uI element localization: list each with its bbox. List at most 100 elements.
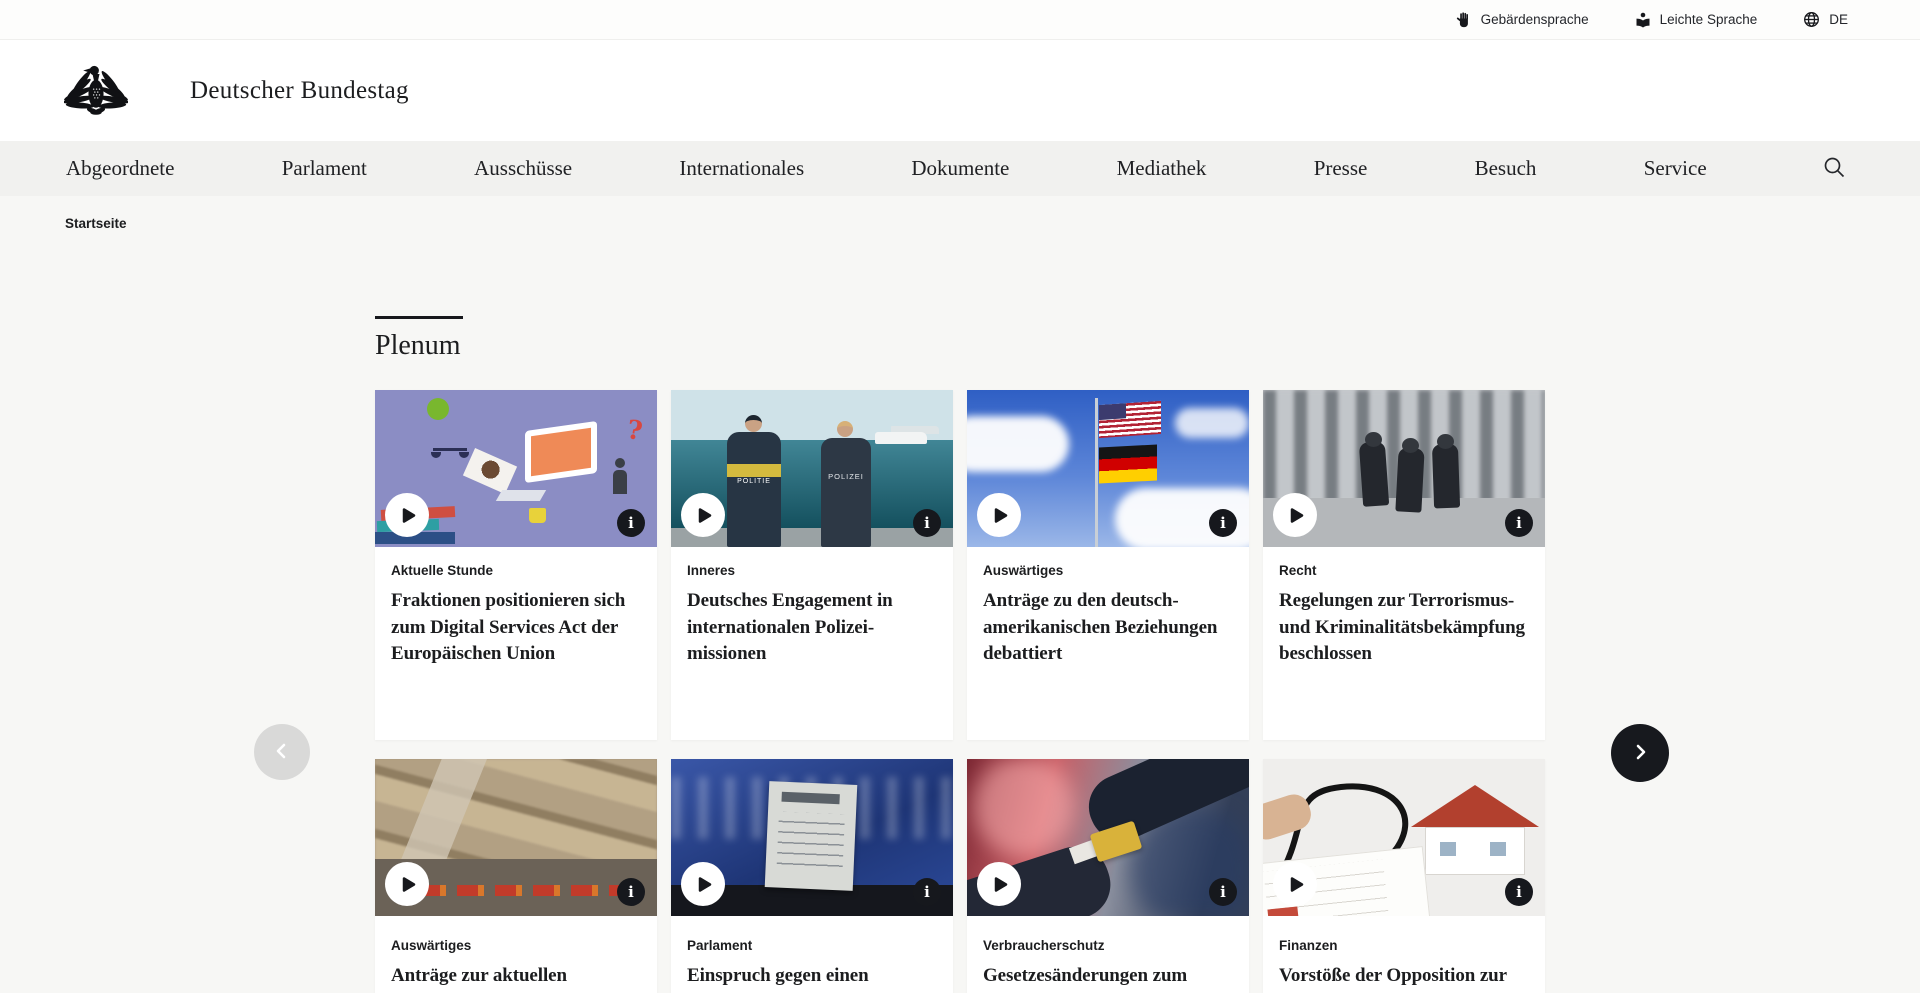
art — [1365, 432, 1382, 447]
nav-item-parlament[interactable]: Parlament — [282, 156, 367, 181]
art — [875, 432, 927, 444]
nav-item-ausschuesse[interactable]: Ausschüsse — [474, 156, 572, 181]
play-button[interactable] — [977, 862, 1021, 906]
sign-language-hand-icon — [1456, 12, 1472, 28]
art — [1175, 408, 1249, 438]
topbar-label: DE — [1829, 12, 1848, 27]
bundestag-eagle-logo-icon — [64, 60, 128, 121]
art — [463, 448, 517, 494]
art — [1099, 444, 1157, 483]
video-card[interactable]: i Finanzen Vorstöße der Opposition zur h… — [1263, 759, 1545, 993]
video-card[interactable]: ? i Aktuelle Stunde Fraktionen positioni… — [375, 390, 657, 740]
main-navigation: Abgeordnete Parlament Ausschüsse Interna… — [0, 141, 1920, 196]
art: POLITIE — [727, 432, 781, 547]
play-button[interactable] — [385, 493, 429, 537]
card-title: Einspruch gegen einen Ordnungsruf zurück… — [687, 963, 937, 993]
card-image: POLITIE POLIZEI i — [671, 390, 953, 547]
art — [419, 885, 625, 896]
nav-item-abgeordnete[interactable]: Abgeordnete — [66, 156, 174, 181]
art — [1099, 403, 1126, 420]
card-body: Auswärtiges Anträge zu den deutsch-ameri… — [967, 547, 1249, 668]
art: ? — [625, 415, 644, 447]
info-button[interactable]: i — [1209, 878, 1237, 906]
art — [967, 416, 1069, 472]
info-button[interactable]: i — [1505, 878, 1533, 906]
nav-item-service[interactable]: Service — [1644, 156, 1707, 181]
card-image: i — [1263, 390, 1545, 547]
carousel-next-button[interactable] — [1611, 724, 1669, 782]
art — [1437, 434, 1454, 449]
nav-item-besuch[interactable]: Besuch — [1475, 156, 1537, 181]
card-body: Aktuelle Stunde Fraktionen positionieren… — [375, 547, 657, 668]
card-kicker: Verbraucherschutz — [983, 938, 1233, 953]
card-image: i — [1263, 759, 1545, 916]
card-body: Finanzen Vorstöße der Opposition zur höh… — [1263, 916, 1545, 993]
video-card[interactable]: i Parlament Einspruch gegen einen Ordnun… — [671, 759, 953, 993]
video-card[interactable]: i Auswärtiges Anträge zu den deutsch-ame… — [967, 390, 1249, 740]
topbar-link-gebaerdensprache[interactable]: Gebärdensprache — [1456, 12, 1589, 28]
card-title: Deutsches Engagement in internationalen … — [687, 588, 937, 668]
info-button[interactable]: i — [617, 878, 645, 906]
card-kicker: Aktuelle Stunde — [391, 563, 641, 578]
chevron-right-icon — [1628, 740, 1652, 767]
info-button[interactable]: i — [913, 509, 941, 537]
play-button[interactable] — [681, 862, 725, 906]
topbar-link-leichte-sprache[interactable]: Leichte Sprache — [1635, 12, 1758, 28]
art — [431, 452, 441, 458]
card-title: Anträge zu den deutsch-amerikanischen Be… — [983, 588, 1233, 668]
art — [727, 464, 781, 477]
art — [765, 781, 858, 891]
plenum-card-grid: ? i Aktuelle Stunde Fraktionen positioni… — [375, 390, 1545, 993]
breadcrumb-startseite[interactable]: Startseite — [65, 216, 127, 231]
card-image: i — [671, 759, 953, 916]
card-body: Parlament Einspruch gegen einen Ordnungs… — [671, 916, 953, 993]
art — [1095, 398, 1098, 547]
play-button[interactable] — [681, 493, 725, 537]
card-body: Verbraucherschutz Gesetzesänderungen zum… — [967, 916, 1249, 993]
info-button[interactable]: i — [1209, 509, 1237, 537]
card-kicker: Finanzen — [1279, 938, 1529, 953]
home-logo-link[interactable]: Deutscher Bundestag — [64, 60, 409, 121]
art — [1359, 441, 1389, 507]
info-button[interactable]: i — [913, 878, 941, 906]
nav-item-presse[interactable]: Presse — [1314, 156, 1368, 181]
card-title: Vorstöße der Opposition zur höheren Erbs… — [1279, 963, 1529, 993]
art — [459, 452, 469, 458]
card-body: Auswärtiges Anträge zur aktuellen Situat… — [375, 916, 657, 993]
art — [837, 421, 853, 437]
art — [1411, 785, 1539, 827]
art — [1395, 447, 1424, 512]
art — [1425, 827, 1525, 875]
art — [745, 415, 762, 432]
art — [496, 490, 546, 501]
carousel-prev-button[interactable] — [254, 724, 310, 780]
play-button[interactable] — [1273, 493, 1317, 537]
video-card[interactable]: POLITIE POLIZEI i Inneres Deutsches Enga… — [671, 390, 953, 740]
card-image: i — [967, 390, 1249, 547]
section-title: Plenum — [375, 330, 463, 362]
video-card[interactable]: i Verbraucherschutz Gesetzesänderungen z… — [967, 759, 1249, 993]
info-button[interactable]: i — [1505, 509, 1533, 537]
card-kicker: Inneres — [687, 563, 937, 578]
section-rule — [375, 316, 463, 319]
topbar-link-language[interactable]: DE — [1803, 11, 1848, 28]
nav-item-internationales[interactable]: Internationales — [679, 156, 804, 181]
video-card[interactable]: i Recht Regelungen zur Terrorismus- und … — [1263, 390, 1545, 740]
video-card[interactable]: i Auswärtiges Anträge zur aktuellen Situ… — [375, 759, 657, 993]
card-image: i — [375, 759, 657, 916]
nav-item-mediathek[interactable]: Mediathek — [1117, 156, 1207, 181]
play-button[interactable] — [977, 493, 1021, 537]
search-button[interactable] — [1814, 149, 1854, 189]
nav-item-dokumente[interactable]: Dokumente — [911, 156, 1009, 181]
art — [529, 508, 546, 523]
art — [1402, 438, 1419, 453]
topbar: Gebärdensprache Leichte Sprache — [0, 0, 1920, 40]
card-kicker: Parlament — [687, 938, 937, 953]
info-button[interactable]: i — [617, 509, 645, 537]
play-button[interactable] — [1273, 862, 1317, 906]
plenum-section-head: Plenum — [375, 316, 463, 362]
art — [1432, 444, 1460, 509]
globe-icon — [1803, 11, 1820, 28]
play-button[interactable] — [385, 862, 429, 906]
chevron-left-icon — [270, 739, 294, 766]
